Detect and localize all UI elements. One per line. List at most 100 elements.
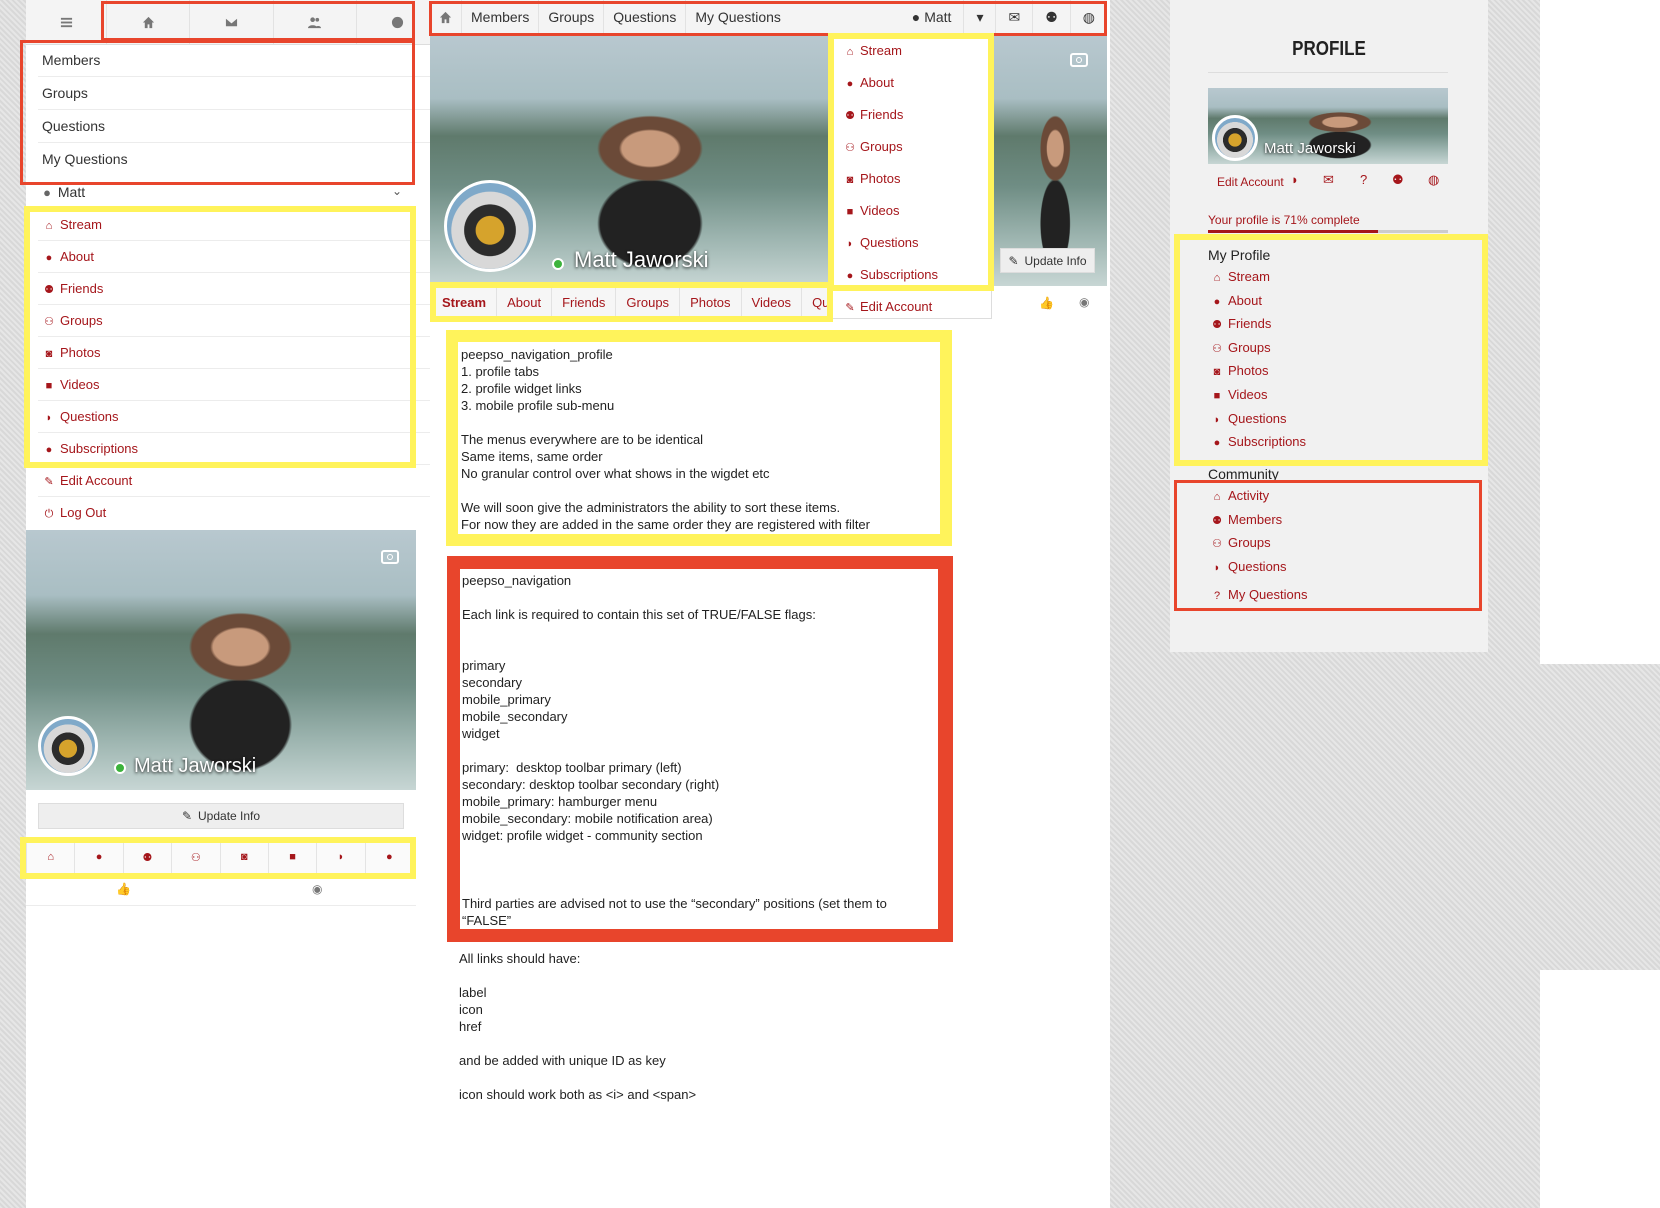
eye-icon[interactable]: ◉ (312, 882, 322, 896)
dropdown-photos[interactable]: ◙ Photos (843, 171, 901, 186)
mobile-tab-about[interactable]: ● (75, 841, 124, 873)
mobile-tab-groups[interactable]: ⚇ (172, 841, 221, 873)
comment-icon: ◗ (846, 238, 854, 250)
mobile-tab-photos[interactable]: ◙ (221, 841, 269, 873)
mobile-log-out[interactable]: ⏻ Log Out (42, 505, 107, 521)
widget-questions[interactable]: ◗ Questions (1210, 411, 1287, 426)
red-note-text: peepso_navigation Each link is required … (462, 573, 887, 928)
mobile-nav-groups[interactable]: ⚇ Groups (42, 313, 103, 328)
widget-my-questions[interactable]: ? My Questions (1210, 587, 1308, 602)
circle-icon: ● (385, 851, 393, 863)
envelope-icon[interactable]: ✉ (1323, 172, 1334, 188)
tab-questions[interactable]: Questio (802, 287, 830, 317)
mobile-tab-subscriptions[interactable]: ● (366, 841, 413, 873)
hamburger-button[interactable] (26, 0, 107, 44)
users-icon[interactable]: ⚉ (1392, 172, 1404, 188)
dropdown-questions[interactable]: ◗ Questions (843, 235, 919, 250)
mobile-nav-stream[interactable]: ⌂ Stream (42, 217, 102, 232)
widget-about[interactable]: ● About (1210, 293, 1262, 308)
desktop-user-menu[interactable]: ● Matt (900, 0, 964, 34)
desktop-home-button[interactable] (430, 0, 462, 34)
mobile-friends-button[interactable] (274, 0, 357, 44)
tab-friends[interactable]: Friends (552, 287, 617, 317)
chevron-down-icon[interactable]: ⌄ (392, 184, 402, 198)
friends-icon: ⚉ (1212, 319, 1222, 331)
mobile-tab-videos[interactable]: ■ (269, 841, 318, 873)
desktop-view: Members Groups Questions My Questions ● M… (430, 0, 1110, 1208)
widget-edit-account[interactable]: Edit Account (1217, 175, 1284, 189)
widget-avatar[interactable] (1212, 115, 1258, 161)
mobile-nav-questions[interactable]: ◗ Questions (42, 409, 119, 424)
tab-photos[interactable]: Photos (680, 287, 742, 317)
mobile-tab-friends[interactable]: ⚉ (124, 841, 173, 873)
mobile-avatar[interactable] (38, 716, 98, 776)
widget-members[interactable]: ⚉ Members (1210, 512, 1282, 527)
mobile-home-button[interactable] (107, 0, 191, 44)
user-icon: ● (45, 252, 53, 264)
mobile-messages-button[interactable] (190, 0, 274, 44)
thumbs-up-icon[interactable]: 👍 (1039, 296, 1054, 310)
thumbs-up-icon[interactable]: 👍 (116, 882, 131, 896)
desktop-update-info-button[interactable]: ✎ Update Info (1000, 248, 1095, 273)
dropdown-edit-account[interactable]: ✎ Edit Account (843, 299, 932, 314)
mobile-profile-icon-row: ⌂ ● ⚉ ⚇ ◙ ■ ◗ ● (26, 840, 414, 874)
mobile-menu-groups[interactable]: Groups (42, 85, 88, 101)
dropdown-subscriptions[interactable]: ● Subscriptions (843, 267, 938, 282)
tab-about[interactable]: About (497, 287, 553, 317)
divider (38, 432, 438, 433)
dropdown-stream[interactable]: ⌂ Stream (843, 43, 902, 58)
tab-videos[interactable]: Videos (742, 287, 803, 317)
tab-groups[interactable]: Groups (616, 287, 681, 317)
mobile-user-toggle[interactable]: ● Matt (40, 184, 85, 200)
friends-icon: ⚉ (845, 110, 855, 122)
mobile-menu-my-questions[interactable]: My Questions (42, 151, 128, 167)
mobile-nav-photos[interactable]: ◙ Photos (42, 345, 101, 360)
mobile-tab-questions[interactable]: ◗ (317, 841, 366, 873)
mobile-nav-subscriptions[interactable]: ● Subscriptions (42, 441, 138, 456)
home-icon: ⌂ (1213, 272, 1221, 284)
chevron-down-icon[interactable]: ▾ (963, 0, 995, 34)
widget-photos[interactable]: ◙ Photos (1210, 363, 1269, 378)
envelope-icon[interactable]: ✉ (995, 0, 1032, 34)
widget-questions-community[interactable]: ◗ Questions (1210, 559, 1287, 574)
mobile-notifications-button[interactable] (357, 0, 440, 44)
tab-stream[interactable]: Stream (432, 287, 498, 317)
dropdown-friends[interactable]: ⚉ Friends (843, 107, 903, 122)
globe-icon[interactable]: ◍ (1428, 172, 1439, 188)
dropdown-about[interactable]: ● About (843, 75, 894, 90)
desktop-nav-members[interactable]: Members (462, 0, 540, 34)
widget-friends[interactable]: ⚉ Friends (1210, 316, 1271, 331)
comment-icon: ◗ (337, 851, 345, 863)
help-icon[interactable]: ? (1360, 172, 1367, 187)
desktop-nav-my-questions[interactable]: My Questions (686, 0, 790, 34)
widget-groups[interactable]: ⚇ Groups (1210, 340, 1271, 355)
mobile-edit-account[interactable]: ✎ Edit Account (42, 473, 132, 488)
camera-icon: ◙ (1213, 366, 1221, 378)
widget-videos[interactable]: ■ Videos (1210, 387, 1268, 402)
widget-stream[interactable]: ⌂ Stream (1210, 269, 1270, 284)
desktop-nav-questions[interactable]: Questions (604, 0, 687, 34)
mobile-nav-about[interactable]: ● About (42, 249, 94, 264)
mobile-menu-questions[interactable]: Questions (42, 118, 105, 134)
camera-icon[interactable] (381, 550, 399, 564)
dropdown-videos[interactable]: ■ Videos (843, 203, 900, 218)
mobile-nav-videos[interactable]: ■ Videos (42, 377, 100, 392)
camera-icon[interactable] (1070, 53, 1088, 67)
mobile-menu-members[interactable]: Members (42, 52, 100, 68)
mobile-nav-friends[interactable]: ⚉ Friends (42, 281, 103, 296)
widget-groups-community[interactable]: ⚇ Groups (1210, 535, 1271, 550)
globe-icon[interactable]: ◍ (1069, 0, 1107, 34)
eye-icon[interactable]: ◉ (1079, 295, 1089, 309)
dropdown-groups[interactable]: ⚇ Groups (843, 139, 903, 154)
widget-activity[interactable]: ⌂ Activity (1210, 488, 1270, 503)
desktop-avatar[interactable] (444, 180, 536, 272)
mobile-view: Members Groups Questions My Questions ● … (26, 0, 440, 1208)
mobile-tab-stream[interactable]: ⌂ (27, 841, 76, 873)
footer-note-text: All links should have: label icon href a… (459, 951, 697, 1102)
widget-subscriptions[interactable]: ● Subscriptions (1210, 434, 1306, 449)
desktop-nav-groups[interactable]: Groups (539, 0, 605, 34)
mobile-update-info-button[interactable]: ✎ Update Info (38, 803, 404, 829)
divider (38, 496, 438, 497)
users-icon[interactable]: ⚉ (1032, 0, 1070, 34)
questions-icon[interactable]: ◗ (1291, 172, 1299, 187)
